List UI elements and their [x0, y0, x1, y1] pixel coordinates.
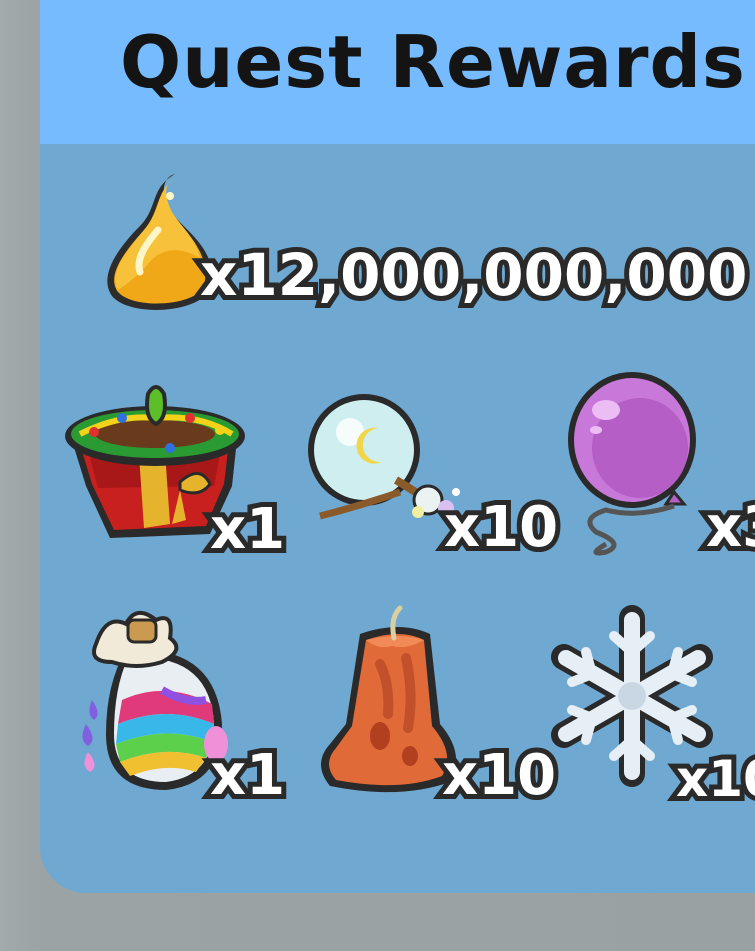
reward-item[interactable]: x100 — [548, 604, 755, 814]
reward-quantity: x100 — [671, 749, 755, 809]
reward-item[interactable]: x10 — [310, 604, 561, 814]
quest-rewards-panel: Quest Rewards! x12,000,000,000 x1 x10 x … — [40, 0, 755, 893]
reward-item[interactable]: x10 — [300, 388, 563, 568]
rewards-grid: x12,000,000,000 x1 x10 x x1 x10 x1 — [40, 144, 755, 893]
reward-item[interactable]: x3 — [566, 368, 755, 568]
reward-item[interactable]: x12,000,000,000 — [100, 168, 752, 318]
reward-item[interactable]: x1 — [60, 374, 290, 564]
reward-quantity: x1 — [205, 497, 290, 563]
page-title: Quest Rewards! — [120, 20, 755, 104]
panel-header: Quest Rewards! — [40, 0, 755, 144]
reward-quantity: x12,000,000,000 — [195, 241, 752, 309]
reward-item[interactable]: x1 — [66, 604, 290, 814]
reward-quantity: x3 — [701, 495, 755, 561]
reward-quantity: x10 — [439, 495, 563, 561]
balloon-icon — [568, 372, 696, 556]
screen-background: Quest Rewards! x12,000,000,000 x1 x10 x … — [0, 0, 755, 951]
reward-quantity: x10 — [437, 743, 561, 809]
reward-quantity: x1 — [205, 743, 290, 809]
